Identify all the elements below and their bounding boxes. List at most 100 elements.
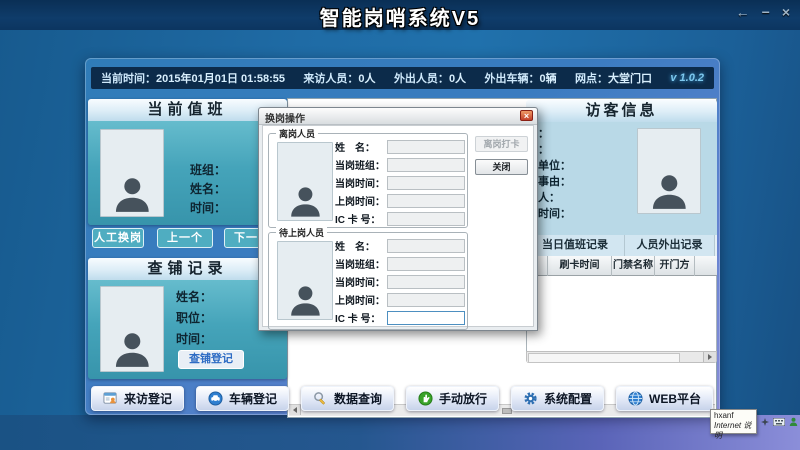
data-query-button[interactable]: 数据查询 [301,386,394,411]
minimize-icon[interactable]: − [762,4,770,20]
person-icon [286,181,325,220]
dialog-close-icon[interactable]: × [520,110,533,121]
manual-release-button[interactable]: 手动放行 [406,386,499,411]
web-platform-icon [628,391,643,406]
records-table-body [526,276,717,351]
system-config-icon [523,391,538,406]
person-icon [110,171,155,216]
duty-labels: 班组： 姓名： 时间： [190,161,226,218]
tab-personnel-out-records[interactable]: 人员外出记录 [625,235,715,256]
bedcheck-name-label: 姓名： [176,288,212,309]
visitor-info-panel: 访客信息 ： ： 单位： 事由： 人： 时间： 当日值班记录 人员外出记录 [526,100,717,363]
keyboard-icon[interactable] [773,418,785,426]
column-header-spacer [695,256,715,276]
name-field[interactable] [387,239,465,253]
group-title: 离岗人员 [276,127,318,140]
leaving-personnel-group: 离岗人员 姓 名： 当岗班组： 当岗时间： 上岗时间： IC 卡 号： [268,133,468,228]
ic-card-field[interactable] [387,212,465,226]
bedcheck-time-label: 时间： [176,330,212,351]
bedcheck-photo [100,286,164,372]
ime-name: hxanf [714,411,753,421]
manual-shift-button[interactable]: 人工换岗 [92,228,144,248]
ic-card-label: IC 卡 号： [335,211,387,226]
duty-team-label: 班组： [190,161,226,180]
ime-user-icon[interactable] [789,417,798,426]
column-header-door-name: 门禁名称 [612,256,655,276]
name-label: 姓 名： [335,238,387,253]
ime-description: Internet 说明 [714,421,753,441]
bedcheck-position-label: 职位： [176,309,212,330]
ime-language-bar [761,417,800,426]
on-duty-team-field[interactable] [387,158,465,172]
on-duty-team-label: 当岗班组： [335,157,387,172]
tab-today-duty-records[interactable]: 当日值班记录 [526,235,625,256]
visitor-photo [637,128,701,214]
visitor-time-label: 时间： [538,205,571,221]
dialog-titlebar[interactable]: 换岗操作 × [259,108,537,125]
incoming-person-photo [277,241,333,320]
visitor-register-button[interactable]: 来访登记 [91,386,184,411]
window-controls: ← − × [736,4,790,20]
status-out-person-count: 外出人员：0人 [394,70,466,86]
close-icon[interactable]: × [782,4,790,20]
visitor-register-icon [103,391,118,406]
duty-name-label: 姓名： [190,180,226,199]
on-duty-team-field[interactable] [387,257,465,271]
manual-release-icon [418,391,433,406]
status-visitor-count: 来访人员：0人 [303,70,375,86]
vehicle-register-button[interactable]: 车辆登记 [196,386,289,411]
bottom-toolbar: 来访登记 车辆登记 数据查询 [91,387,713,410]
dialog-body: 离岗人员 姓 名： 当岗班组： 当岗时间： 上岗时间： IC 卡 号： 待上岗人… [262,125,534,327]
visitor-labels: ： ： 单位： 事由： 人： 时间： [538,125,571,221]
on-duty-time-field[interactable] [387,176,465,190]
visitor-panel-title: 访客信息 [526,100,717,123]
on-duty-time-label: 当岗时间： [335,274,387,289]
person-icon [286,280,325,319]
visitor-label-2: ： [538,141,571,157]
ic-card-input[interactable] [387,311,465,325]
status-bar: 当前时间：2015年01月01日 01:58:55 来访人员：0人 外出人员：0… [91,67,714,89]
on-duty-time-field[interactable] [387,275,465,289]
visitor-unit-label: 单位： [538,157,571,173]
on-duty-team-label: 当岗班组： [335,256,387,271]
visitor-label-1: ： [538,125,571,141]
scroll-thumb[interactable] [528,353,680,363]
status-site-name: 网点：大堂门口 [575,70,652,86]
name-field[interactable] [387,140,465,154]
column-header-open-direction: 开门方向 [655,256,695,276]
on-duty-time-label: 当岗时间： [335,175,387,190]
clock-out-button[interactable]: 离岗打卡 [475,136,528,152]
desktop: 智能岗哨系统V5 ← − × 当前时间：2015年01月01日 01:58:55… [0,0,800,450]
scroll-right-arrow-icon[interactable] [703,352,716,362]
record-tabs: 当日值班记录 人员外出记录 [526,235,717,257]
visitor-person-label: 人： [538,189,571,205]
back-icon[interactable]: ← [736,4,750,20]
web-platform-button[interactable]: WEB平台 [616,386,713,411]
duty-time-label: 时间： [190,199,226,218]
records-table-header: 刷卡时间 门禁名称 开门方向 [526,256,717,276]
system-config-button[interactable]: 系统配置 [511,386,604,411]
visitor-reason-label: 事由： [538,173,571,189]
shift-change-dialog: 换岗操作 × 离岗人员 姓 名： 当岗班组： 当岗时间： 上岗时间： IC 卡 … [258,107,538,331]
status-out-vehicle-count: 外出车辆：0辆 [484,70,556,86]
bedcheck-register-button[interactable]: 查铺登记 [178,350,244,369]
name-label: 姓 名： [335,139,387,154]
bottom-band [0,415,800,450]
dialog-title: 换岗操作 [265,110,305,125]
column-header-swipe-time: 刷卡时间 [548,256,612,276]
leaving-person-photo [277,142,333,221]
group-title: 待上岗人员 [276,226,327,239]
duty-photo [100,129,164,217]
start-time-field[interactable] [387,194,465,208]
visitor-panel-body: ： ： 单位： 事由： 人： 时间： [526,122,717,235]
data-query-icon [313,391,328,406]
ime-options-icon[interactable] [761,418,769,426]
start-time-label: 上岗时间： [335,193,387,208]
ic-card-label: IC 卡 号： [335,310,387,325]
dialog-close-button[interactable]: 关闭 [475,159,528,175]
vehicle-register-icon [208,391,223,406]
previous-button[interactable]: 上一个 [157,228,213,248]
records-table-scrollbar[interactable] [526,351,717,363]
person-icon [110,326,155,371]
start-time-field[interactable] [387,293,465,307]
